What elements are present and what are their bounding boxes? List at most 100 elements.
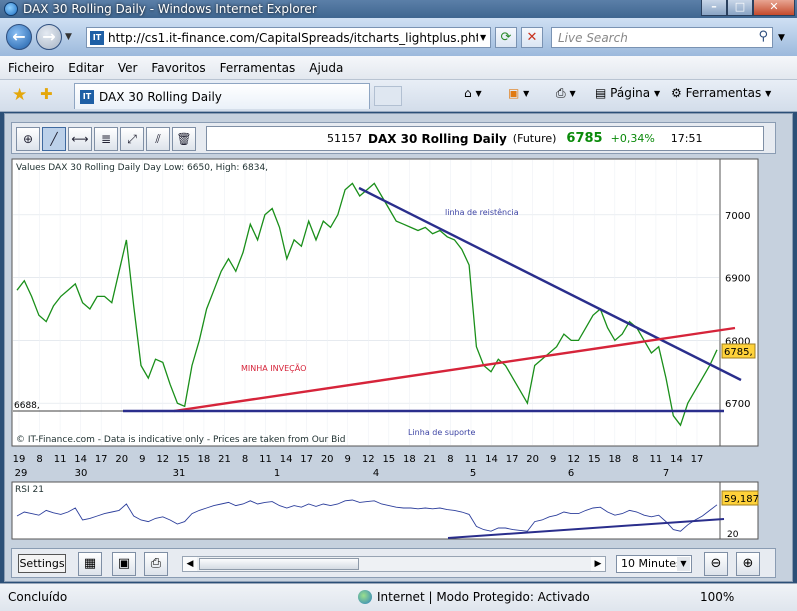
address-input[interactable]: IT http://cs1.it-finance.com/CapitalSpre… (86, 27, 491, 48)
investment-label: MINHA INVEÇÃO (241, 363, 306, 373)
window-title: DAX 30 Rolling Daily - Windows Internet … (23, 2, 317, 16)
stop-button[interactable]: ✕ (521, 27, 543, 48)
print-chart-button[interactable]: ⎙ (144, 552, 168, 576)
time-tick-label: 11 (54, 454, 67, 465)
zoom-tool-button[interactable]: ⊕ (16, 127, 40, 151)
floppy-icon: ▣ (117, 556, 131, 571)
time-tick-label: 8 (447, 454, 453, 465)
print-button[interactable]: ⎙ ▼ (556, 86, 576, 101)
menu-editar[interactable]: Editar (68, 61, 104, 75)
url-text: http://cs1.it-finance.com/CapitalSpreads… (108, 30, 478, 45)
fibonacci-tool-button[interactable]: ≣ (94, 127, 118, 151)
magnifier-icon: ⊕ (22, 132, 34, 146)
time-tick-label: 20 (526, 454, 539, 465)
time-tick-label: 20 (115, 454, 128, 465)
date-label: 31 (173, 468, 186, 479)
parallel-tool-button[interactable]: ⫽ (146, 127, 170, 151)
search-icon[interactable]: ⚲ (758, 29, 768, 44)
history-dropdown-icon[interactable]: ▼ (65, 32, 72, 42)
maximize-button[interactable]: □ (727, 0, 753, 16)
menu-ajuda[interactable]: Ajuda (309, 61, 343, 75)
rsi-tick-label: 20 (727, 530, 739, 540)
tab-title: DAX 30 Rolling Daily (99, 89, 222, 104)
trendline-tool-button[interactable]: ╱ (42, 127, 66, 151)
time-tick-label: 9 (345, 454, 351, 465)
channel-tool-button[interactable]: ⤢ (120, 127, 144, 151)
date-label: 1 (274, 468, 280, 479)
time-tick-label: 12 (156, 454, 169, 465)
price-chart[interactable]: 19 8 11 14 17 20 9 12 15 18 21 8 11 14 17 20 9 12 15 18 21 8 1… (11, 158, 759, 553)
price-tick-label: 6900 (725, 274, 750, 285)
time-tick-label: 15 (588, 454, 601, 465)
horizontal-line-tool-button[interactable]: ⟷ (68, 127, 92, 151)
instrument-time: 17:51 (670, 132, 703, 145)
date-label: 6 (568, 468, 574, 479)
trendline-icon: ╱ (50, 132, 58, 146)
home-button[interactable]: ⌂ ▼ (464, 86, 482, 100)
menu-ferramentas[interactable]: Ferramentas (220, 61, 296, 75)
time-tick-label: 18 (608, 454, 621, 465)
new-tab-button[interactable] (374, 86, 402, 106)
minimize-button[interactable]: – (701, 0, 727, 16)
chart-hscroll[interactable]: ◀ ▶ (182, 556, 606, 572)
ie-logo-icon (4, 2, 18, 16)
scroll-thumb[interactable] (199, 558, 359, 570)
zoom-in-button[interactable]: ⊕ (736, 552, 760, 576)
tab-dax-chart[interactable]: IT DAX 30 Rolling Daily (74, 83, 370, 109)
instrument-change: +0,34% (610, 132, 655, 145)
date-label: 7 (663, 468, 669, 479)
zoom-in-icon: ⊕ (742, 556, 754, 571)
status-text: Concluído (8, 590, 68, 604)
time-tick-label: 19 (13, 454, 26, 465)
scroll-right-icon[interactable]: ▶ (591, 557, 605, 571)
save-button[interactable]: ▣ (112, 552, 136, 576)
favorites-star-icon[interactable]: ★ (12, 85, 27, 105)
date-label: 4 (373, 468, 379, 479)
status-bar: Concluído Internet | Modo Protegido: Act… (0, 583, 797, 611)
channel-icon: ⤢ (127, 132, 137, 146)
zoom-level[interactable]: 100% (700, 590, 734, 604)
tools-menu-button[interactable]: ⚙ Ferramentas ▼ (671, 86, 771, 100)
address-dropdown-icon[interactable]: ▼ (480, 33, 486, 42)
date-label: 30 (75, 468, 88, 479)
zoom-out-button[interactable]: ⊖ (704, 552, 728, 576)
close-button[interactable]: ✕ (753, 0, 795, 16)
chart-controls: Settings ▦ ▣ ⎙ ◀ ▶ 10 Minutes ▼ ⊖ ⊕ (11, 548, 776, 578)
settings-button[interactable]: Settings (18, 554, 66, 573)
time-tick-label: 17 (691, 454, 704, 465)
scroll-left-icon[interactable]: ◀ (183, 557, 197, 571)
search-input[interactable]: Live Search ⚲ (551, 27, 773, 48)
rsi-title: RSI 21 (15, 485, 44, 495)
search-placeholder: Live Search (558, 31, 628, 45)
chart-toolbar: ⊕ ╱ ⟷ ≣ ⤢ ⫽ 🗑 51157 DAX 30 Rolling Daily… (11, 122, 776, 154)
add-favorite-icon[interactable]: ✚ (40, 85, 53, 103)
trash-icon: 🗑 (176, 132, 192, 146)
time-tick-label: 14 (74, 454, 87, 465)
forward-button[interactable]: → (36, 24, 62, 50)
refresh-button[interactable]: ⟳ (495, 27, 517, 48)
search-dropdown-icon[interactable]: ▼ (778, 33, 785, 43)
security-zone[interactable]: Internet | Modo Protegido: Activado (358, 590, 590, 604)
page-icon: ▤ (595, 86, 607, 100)
menu-ficheiro[interactable]: Ficheiro (8, 61, 54, 75)
time-tick-label: 12 (362, 454, 375, 465)
menu-favoritos[interactable]: Favoritos (151, 61, 205, 75)
hline-icon: ⟷ (71, 132, 89, 146)
time-tick-label: 9 (139, 454, 145, 465)
time-tick-label: 21 (218, 454, 231, 465)
feeds-button[interactable]: ▣ ▼ (508, 86, 529, 100)
last-price-label: 6785, (724, 347, 753, 358)
menu-ver[interactable]: Ver (118, 61, 138, 75)
interval-dropdown-icon[interactable]: ▼ (677, 557, 690, 571)
time-tick-label: 17 (506, 454, 519, 465)
back-button[interactable]: ← (6, 24, 32, 50)
zoom-out-icon: ⊖ (710, 556, 722, 571)
tab-favicon-icon: IT (80, 89, 94, 104)
indicators-button[interactable]: ▦ (78, 552, 102, 576)
globe-icon (358, 590, 372, 604)
parallel-lines-icon: ⫽ (155, 132, 161, 146)
delete-drawings-button[interactable]: 🗑 (172, 127, 196, 151)
interval-select[interactable]: 10 Minutes ▼ (616, 555, 692, 573)
instrument-name: DAX 30 Rolling Daily (368, 131, 507, 146)
page-menu-button[interactable]: ▤ Página ▼ (595, 86, 660, 100)
